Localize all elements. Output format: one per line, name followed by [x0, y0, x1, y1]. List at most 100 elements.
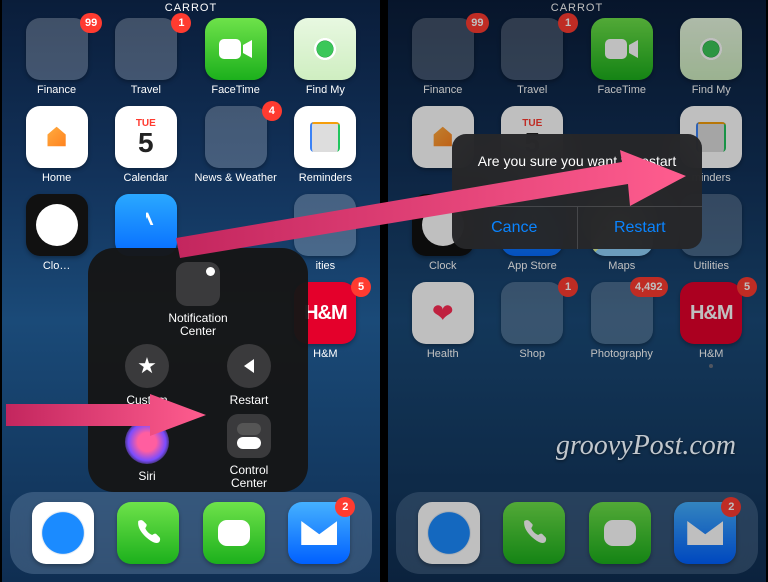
app-label: Find My	[692, 84, 731, 96]
findmy-icon	[294, 18, 356, 80]
at-label: Custom	[126, 394, 167, 407]
dock: 2	[10, 492, 372, 574]
folder-icon	[205, 106, 267, 168]
control-center-icon	[227, 414, 271, 458]
dock-safari[interactable]	[32, 502, 94, 564]
app-label: Clo…	[43, 260, 71, 272]
right-screenshot: CARROT 99 Finance 1 Travel	[388, 0, 766, 582]
cancel-button[interactable]: Cance	[452, 207, 577, 249]
left-screenshot: CARROT 99 Finance 1 Travel	[2, 0, 380, 582]
facetime-icon	[205, 18, 267, 80]
app-label: Maps	[608, 260, 635, 272]
dock-mail[interactable]: 2	[674, 502, 736, 564]
app-health[interactable]: Health	[402, 282, 484, 360]
app-calendar[interactable]: TUE 5 Calendar	[105, 106, 186, 184]
dock-safari[interactable]	[418, 502, 480, 564]
app-clock[interactable]: Clo…	[16, 194, 97, 272]
badge: 99	[466, 13, 488, 33]
app-label: FaceTime	[211, 84, 260, 96]
status-app-title: CARROT	[388, 0, 766, 16]
app-findmy[interactable]: Find My	[671, 18, 753, 96]
health-icon	[412, 282, 474, 344]
at-restart[interactable]: Restart	[200, 344, 298, 407]
facetime-icon	[591, 18, 653, 80]
restart-icon	[227, 344, 271, 388]
badge: 1	[171, 13, 191, 33]
watermark: groovyPost.com	[556, 430, 736, 462]
app-travel[interactable]: 1 Travel	[105, 18, 186, 96]
app-label: Reminders	[299, 172, 352, 184]
findmy-icon	[680, 18, 742, 80]
app-label: H&M	[699, 348, 723, 360]
folder-icon	[501, 18, 563, 80]
app-label: FaceTime	[598, 84, 647, 96]
home-icon	[26, 106, 88, 168]
at-custom[interactable]: Custom	[98, 344, 196, 407]
folder-icon	[501, 282, 563, 344]
app-reminders[interactable]: Reminders	[285, 106, 366, 184]
badge: 1	[558, 277, 578, 297]
badge: 4,492	[630, 277, 668, 297]
restart-button[interactable]: Restart	[577, 207, 703, 249]
app-label: Finance	[37, 84, 76, 96]
app-facetime[interactable]: FaceTime	[194, 18, 276, 96]
assistivetouch-menu: Notification Center Custom Restart Siri …	[88, 248, 308, 492]
app-shop[interactable]: 1 Shop	[492, 282, 574, 360]
app-home[interactable]: Home	[16, 106, 97, 184]
app-label: Utilities	[694, 260, 729, 272]
app-facetime[interactable]: FaceTime	[581, 18, 663, 96]
dock-phone[interactable]	[117, 502, 179, 564]
at-label: Notification Center	[168, 312, 227, 338]
dock-mail[interactable]: 2	[288, 502, 350, 564]
hm-icon: H&M	[680, 282, 742, 344]
dock-phone[interactable]	[503, 502, 565, 564]
app-hm[interactable]: H&M 5 H&M	[671, 282, 753, 360]
at-label: Control Center	[230, 464, 269, 490]
at-control-center[interactable]: Control Center	[200, 414, 298, 490]
badge: 4	[262, 101, 282, 121]
app-label: Calendar	[124, 172, 169, 184]
app-finance[interactable]: 99 Finance	[16, 18, 97, 96]
app-label: Find My	[306, 84, 345, 96]
badge: 1	[558, 13, 578, 33]
app-finance[interactable]: 99 Finance	[402, 18, 484, 96]
recently-downloaded-dot	[709, 364, 713, 368]
dock: 2	[396, 492, 758, 574]
star-icon	[125, 344, 169, 388]
dock-messages[interactable]	[203, 502, 265, 564]
folder-icon	[591, 282, 653, 344]
status-app-title: CARROT	[2, 0, 380, 16]
app-news-weather[interactable]: 4 News & Weather	[194, 106, 276, 184]
badge: 5	[351, 277, 371, 297]
dock-messages[interactable]	[589, 502, 651, 564]
at-notification-center[interactable]: Notification Center	[98, 262, 298, 338]
appstore-icon	[115, 194, 177, 256]
app-label: H&M	[313, 348, 337, 360]
folder-icon	[294, 194, 356, 256]
app-label: Travel	[517, 84, 547, 96]
restart-confirm-dialog: Are you sure you want to restart your iP…	[452, 134, 702, 249]
folder-icon	[26, 18, 88, 80]
app-travel[interactable]: 1 Travel	[492, 18, 574, 96]
app-label: News & Weather	[194, 172, 276, 184]
app-label: Health	[427, 348, 459, 360]
app-label: Home	[42, 172, 71, 184]
calendar-day: 5	[138, 129, 154, 157]
app-photography[interactable]: 4,492 Photography	[581, 282, 663, 360]
app-label: ities	[316, 260, 336, 272]
app-label: Shop	[519, 348, 545, 360]
folder-icon	[115, 18, 177, 80]
dialog-buttons: Cance Restart	[452, 206, 702, 249]
calendar-icon: TUE 5	[115, 106, 177, 168]
clock-icon	[26, 194, 88, 256]
at-label: Restart	[230, 394, 269, 407]
calendar-dow: TUE	[522, 118, 542, 129]
app-label: Travel	[131, 84, 161, 96]
app-label: App Store	[508, 260, 557, 272]
at-siri[interactable]: Siri	[98, 414, 196, 490]
notification-center-icon	[176, 262, 220, 306]
badge: 2	[721, 497, 741, 517]
app-label: Clock	[429, 260, 457, 272]
app-findmy[interactable]: Find My	[285, 18, 366, 96]
app-label: Photography	[591, 348, 653, 360]
